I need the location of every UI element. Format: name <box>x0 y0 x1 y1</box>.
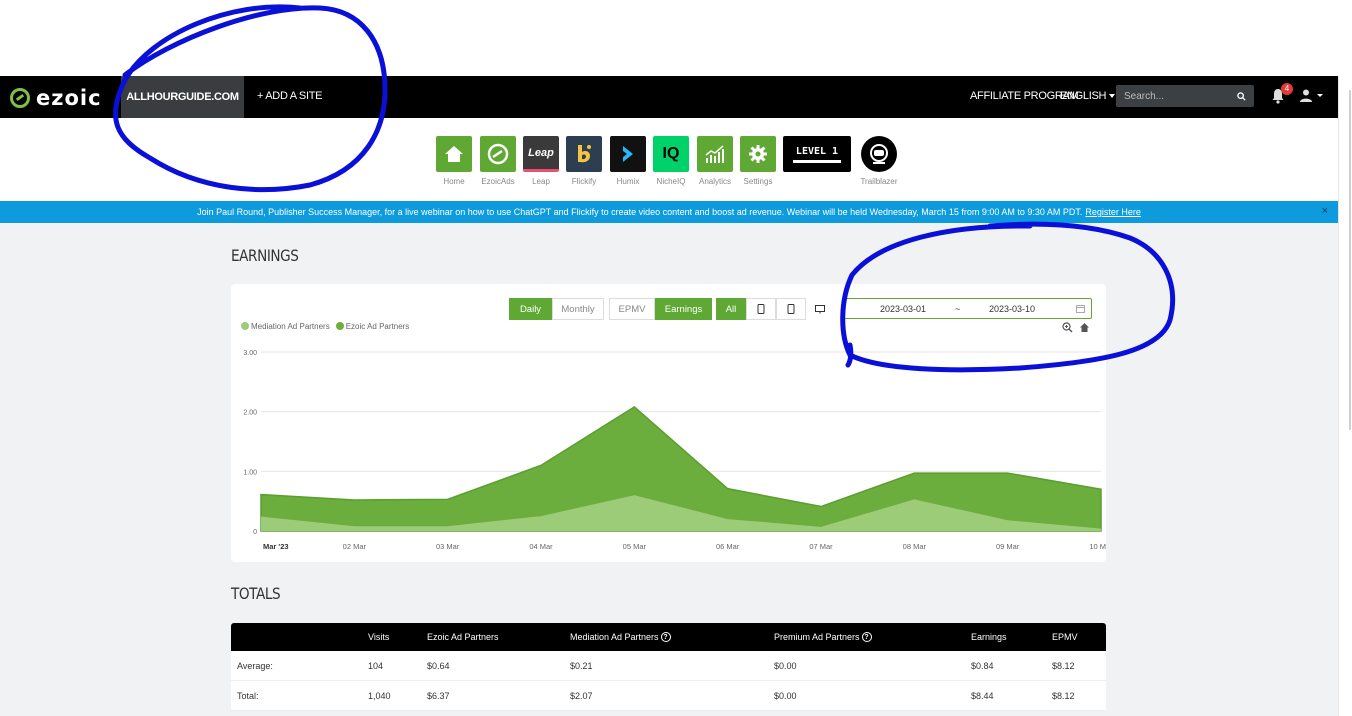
trailblazer-icon <box>861 136 897 172</box>
column-header: Visits <box>368 632 390 642</box>
help-icon[interactable]: ? <box>861 632 872 642</box>
column-header-label: Premium Ad Partners <box>774 632 860 642</box>
flickify-icon <box>566 136 602 172</box>
x-tick-label: 10 Mar <box>1089 542 1106 551</box>
table-header: Visits Ezoic Ad Partners Mediation Ad Pa… <box>231 623 1106 651</box>
app-label: NicheIQ <box>656 177 686 186</box>
analytics-icon <box>697 136 733 172</box>
notification-badge: 4 <box>1281 83 1293 95</box>
x-tick-label: 03 Mar <box>436 542 460 551</box>
register-link[interactable]: Register Here <box>1085 207 1141 217</box>
x-tick-label: 08 Mar <box>903 542 927 551</box>
ezoic-logo-icon <box>10 88 30 108</box>
table-cell: $6.37 <box>427 690 450 701</box>
chevron-down-icon <box>1317 93 1323 97</box>
search-input[interactable] <box>1124 90 1224 102</box>
x-tick-label: 04 Mar <box>529 542 553 551</box>
app-settings[interactable]: Settings <box>733 136 783 186</box>
app-label: Leap <box>532 177 550 186</box>
x-tick-label: 02 Mar <box>343 542 367 551</box>
settings-icon <box>740 136 776 172</box>
app-level-badge[interactable]: LEVEL 1 <box>783 136 851 172</box>
app-label: Flickify <box>571 177 597 186</box>
app-launcher: Home EzoicAds Leap Leap Flickify Humix I… <box>0 118 1338 201</box>
app-flickify[interactable]: Flickify <box>559 136 609 186</box>
level-progress-icon <box>793 159 841 163</box>
table-cell: $0.84 <box>971 660 994 671</box>
language-dropdown[interactable]: ENGLISH <box>1060 90 1116 102</box>
table-cell: $8.44 <box>971 690 994 701</box>
app-home[interactable]: Home <box>429 136 479 186</box>
chevron-down-icon <box>1109 94 1116 99</box>
help-icon[interactable]: ? <box>660 632 671 642</box>
page-top-area <box>0 0 1352 76</box>
table-cell: $8.12 <box>1052 660 1075 671</box>
nicheiq-icon: IQ <box>653 136 689 172</box>
x-tick-label: 06 Mar <box>716 542 740 551</box>
column-header: Mediation Ad Partners? <box>570 623 671 651</box>
table-cell: $0.21 <box>570 660 593 671</box>
app-label: Home <box>443 177 465 186</box>
language-label: ENGLISH <box>1060 90 1107 102</box>
app-nicheiq[interactable]: IQ NicheIQ <box>646 136 696 186</box>
x-tick-label: Mar '23 <box>263 542 289 551</box>
level-badge-icon: LEVEL 1 <box>783 136 851 172</box>
top-navbar: ezoic ALLHOURGUIDE.COM + ADD A SITE AFFI… <box>0 76 1338 118</box>
x-tick-label: 09 Mar <box>996 542 1020 551</box>
y-tick-label: 3.00 <box>243 350 257 357</box>
table-row: Total: 1,040 $6.37 $2.07 $0.00 $8.44 $8.… <box>231 681 1106 711</box>
close-icon[interactable]: × <box>1322 205 1328 217</box>
earnings-title: EARNINGS <box>231 246 299 265</box>
table-cell: $8.12 <box>1052 690 1075 701</box>
column-header: EPMV <box>1052 632 1078 642</box>
table-cell: Average: <box>237 660 273 671</box>
level-label: LEVEL 1 <box>795 145 839 157</box>
y-tick-label: 1.00 <box>243 469 257 476</box>
y-tick-label: 2.00 <box>243 410 257 417</box>
user-menu[interactable] <box>1299 88 1323 102</box>
table-cell: $0.64 <box>427 660 450 671</box>
leap-icon: Leap <box>523 136 559 172</box>
search-box <box>1116 85 1254 107</box>
column-header: Premium Ad Partners? <box>774 623 872 651</box>
earnings-card: Daily Monthly EPMV Earnings All 2023-03-… <box>231 284 1106 562</box>
earnings-chart: 0 1.00 2.00 3.00 Mar '23 02 Mar 03 Mar 04 Mar 05… <box>243 350 1106 551</box>
logo-text: ezoic <box>36 86 102 110</box>
banner-text: Join Paul Round, Publisher Success Manag… <box>197 207 1083 217</box>
table-cell: 1,040 <box>368 690 391 701</box>
app-label: Trailblazer <box>860 177 898 186</box>
home-icon <box>436 136 472 172</box>
table-cell: $2.07 <box>570 690 593 701</box>
table-cell: $0.00 <box>774 660 797 671</box>
scrollbar-thumb[interactable] <box>1349 90 1351 430</box>
webinar-banner: Join Paul Round, Publisher Success Manag… <box>0 201 1338 223</box>
x-tick-label: 05 Mar <box>623 542 647 551</box>
ezoic-logo[interactable]: ezoic <box>10 86 102 110</box>
totals-table: Visits Ezoic Ad Partners Mediation Ad Pa… <box>231 623 1106 711</box>
column-header-label: Mediation Ad Partners <box>570 632 659 642</box>
x-tick-label: 07 Mar <box>809 542 833 551</box>
app-label: Analytics <box>698 177 731 186</box>
column-header: Ezoic Ad Partners <box>427 632 499 642</box>
totals-title: TOTALS <box>231 584 281 603</box>
user-icon <box>1300 89 1312 102</box>
app-label: EzoicAds <box>481 177 515 186</box>
search-icon[interactable] <box>1237 91 1246 101</box>
table-row: Average: 104 $0.64 $0.21 $0.00 $0.84 $8.… <box>231 651 1106 681</box>
app-label: Settings <box>743 177 773 186</box>
humix-icon <box>610 136 646 172</box>
add-site-link[interactable]: + ADD A SITE <box>257 90 322 102</box>
app-label: Humix <box>616 177 640 186</box>
table-cell: $0.00 <box>774 690 797 701</box>
app-trailblazer[interactable]: Trailblazer <box>854 136 904 186</box>
site-tab[interactable]: ALLHOURGUIDE.COM <box>121 76 244 118</box>
table-cell: Total: <box>237 690 259 701</box>
y-tick-label: 0 <box>253 529 257 536</box>
ezoicads-icon <box>480 136 516 172</box>
column-header: Earnings <box>971 632 1007 642</box>
table-cell: 104 <box>368 660 384 671</box>
